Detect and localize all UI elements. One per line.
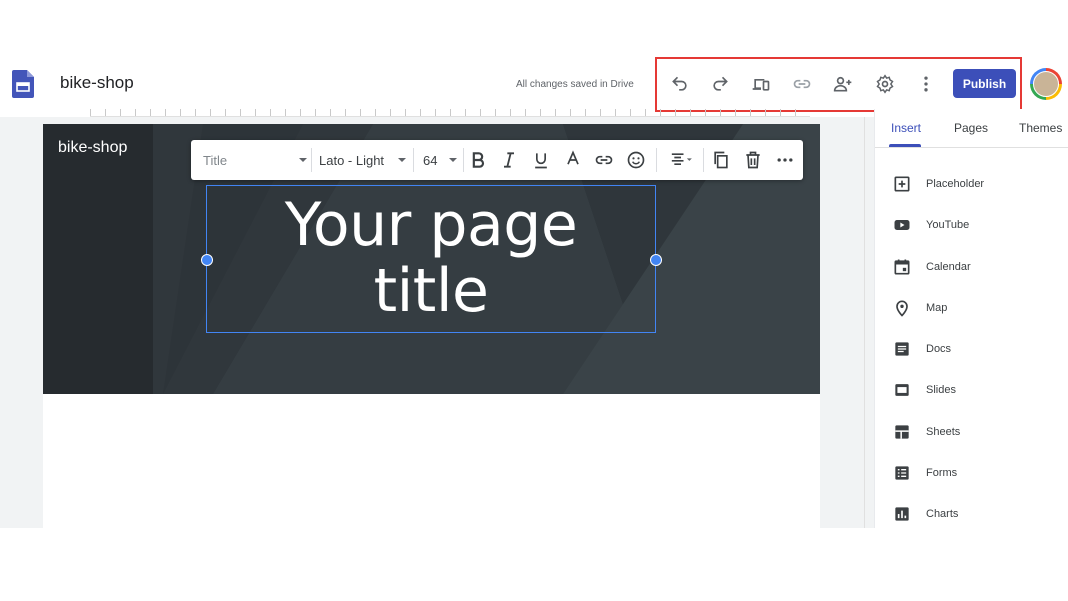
charts-icon (892, 504, 912, 524)
insert-slides[interactable]: Slides (892, 377, 1062, 403)
insert-sheets[interactable]: Sheets (892, 419, 1062, 445)
settings-icon[interactable] (875, 74, 895, 94)
style-select-value: Title (203, 152, 228, 168)
map-icon (892, 298, 912, 318)
resize-handle-right[interactable] (650, 254, 662, 266)
ruler (90, 109, 810, 117)
emoji-icon[interactable] (626, 150, 646, 170)
text-color-icon[interactable] (563, 150, 583, 170)
share-icon[interactable] (833, 74, 853, 94)
panel-divider (875, 147, 1068, 148)
insert-youtube[interactable]: YouTube (892, 212, 1062, 238)
tab-pages[interactable]: Pages (954, 121, 988, 135)
sites-logo-icon[interactable] (12, 70, 34, 98)
italic-icon[interactable] (499, 150, 519, 170)
forms-icon (892, 463, 912, 483)
insert-calendar[interactable]: Calendar (892, 254, 1062, 280)
chevron-down-icon (449, 158, 457, 162)
tab-themes[interactable]: Themes (1019, 121, 1062, 135)
duplicate-icon[interactable] (711, 150, 731, 170)
style-select[interactable]: Title (203, 140, 307, 180)
canvas-scrollbar[interactable] (864, 117, 874, 528)
font-size-value: 64 (423, 152, 438, 168)
calendar-icon (892, 257, 912, 277)
underline-icon[interactable] (531, 150, 551, 170)
link-icon[interactable] (594, 150, 614, 170)
preview-icon[interactable] (751, 74, 771, 94)
page-title-line-1: Your page (284, 190, 578, 260)
avatar[interactable] (1030, 68, 1062, 100)
save-status: All changes saved in Drive (516, 79, 634, 90)
bold-icon[interactable] (468, 150, 488, 170)
font-size-select[interactable]: 64 (423, 140, 457, 180)
insert-map[interactable]: Map (892, 295, 1062, 321)
publish-button[interactable]: Publish (953, 69, 1016, 98)
delete-icon[interactable] (743, 150, 763, 170)
chevron-down-icon (299, 158, 307, 162)
font-select-value: Lato - Light (319, 152, 385, 168)
more-vert-icon[interactable] (916, 74, 936, 94)
page-title-line-2: title (373, 256, 489, 326)
format-toolbar: Title Lato - Light 64 (191, 140, 803, 180)
redo-icon[interactable] (710, 74, 730, 94)
align-icon[interactable] (666, 150, 696, 170)
insert-docs[interactable]: Docs (892, 336, 1062, 362)
chevron-down-icon (398, 158, 406, 162)
document-title[interactable]: bike-shop (60, 73, 134, 93)
link-icon[interactable] (792, 74, 812, 94)
avatar-photo (1033, 71, 1059, 97)
placeholder-icon (892, 174, 912, 194)
slides-icon (892, 380, 912, 400)
page-title[interactable]: Your page title (206, 192, 656, 324)
more-horiz-icon[interactable] (775, 150, 795, 170)
font-select[interactable]: Lato - Light (319, 140, 406, 180)
insert-forms[interactable]: Forms (892, 460, 1062, 486)
resize-handle-left[interactable] (201, 254, 213, 266)
sheets-icon (892, 422, 912, 442)
insert-placeholder[interactable]: Placeholder (892, 171, 1062, 197)
docs-icon (892, 339, 912, 359)
youtube-icon (892, 215, 912, 235)
site-name[interactable]: bike-shop (58, 139, 127, 157)
tab-insert[interactable]: Insert (891, 121, 921, 135)
insert-charts[interactable]: Charts (892, 501, 1062, 527)
undo-icon[interactable] (670, 74, 690, 94)
